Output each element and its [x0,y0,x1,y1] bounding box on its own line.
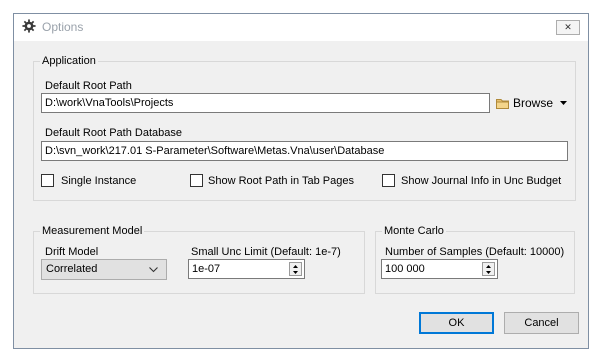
spin-up-icon [293,264,298,268]
spin-down-icon [486,270,491,274]
small-unc-limit-label: Small Unc Limit (Default: 1e-7) [191,246,341,258]
measurement-model-legend: Measurement Model [40,225,145,238]
spin-down-icon [293,270,298,274]
chevron-down-icon [149,267,158,273]
close-icon: ✕ [564,22,572,32]
drift-model-value: Correlated [46,263,98,275]
folder-icon [496,98,509,109]
gear-icon [22,19,36,33]
show-root-path-checkbox[interactable] [190,174,203,187]
number-of-samples-spinner[interactable] [482,262,495,276]
show-journal-info-label[interactable]: Show Journal Info in Unc Budget [401,175,561,188]
default-root-path-label: Default Root Path [45,80,132,92]
browse-label: Browse [513,96,554,110]
number-of-samples-label: Number of Samples (Default: 10000) [385,246,565,258]
monte-carlo-legend: Monte Carlo [382,225,446,238]
default-root-path-database-input[interactable]: D:\svn_work\217.01 S-Parameter\Software\… [41,141,568,161]
show-journal-info-checkbox[interactable] [382,174,395,187]
small-unc-limit-spinner[interactable] [289,262,302,276]
ok-button[interactable]: OK [419,312,494,334]
dropdown-arrow-icon [560,101,568,105]
application-legend: Application [40,55,98,68]
drift-model-label: Drift Model [45,246,99,258]
show-root-path-label[interactable]: Show Root Path in Tab Pages [208,175,354,188]
spin-up-icon [486,264,491,268]
number-of-samples-input[interactable]: 100 000 [381,259,498,279]
window-title: Options [42,20,84,34]
single-instance-checkbox[interactable] [41,174,54,187]
close-button[interactable]: ✕ [556,20,580,35]
small-unc-limit-input[interactable]: 1e-07 [188,259,305,279]
browse-button[interactable]: Browse [493,93,568,113]
default-root-path-database-label: Default Root Path Database [45,127,182,139]
title-bar[interactable] [14,14,588,41]
drift-model-select[interactable]: Correlated [41,259,167,280]
single-instance-label[interactable]: Single Instance [61,175,136,188]
default-root-path-input[interactable]: D:\work\VnaTools\Projects [41,93,490,113]
cancel-button[interactable]: Cancel [504,312,579,334]
